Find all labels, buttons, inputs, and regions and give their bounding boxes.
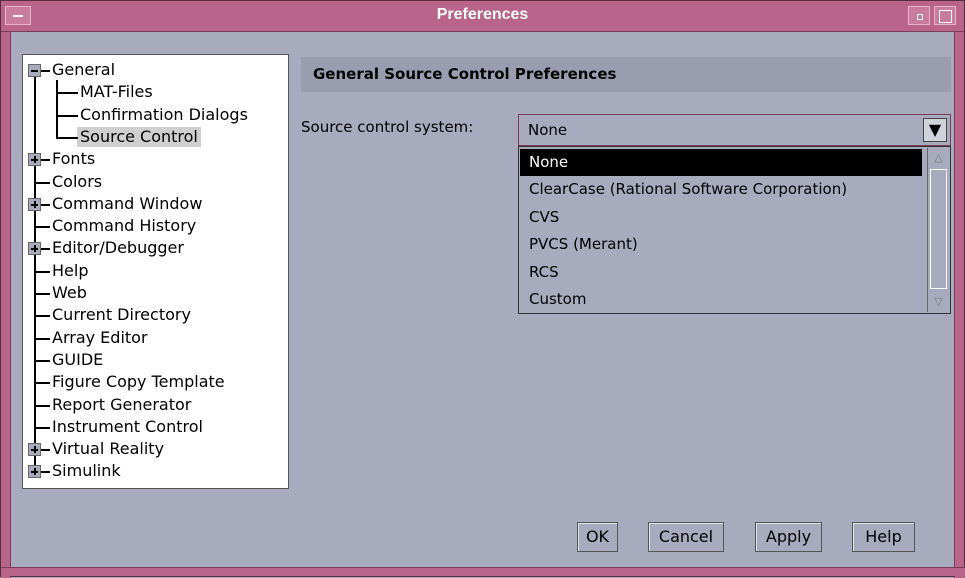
tree-line: [34, 226, 50, 229]
expand-icon[interactable]: [28, 242, 41, 256]
tree-item[interactable]: Virtual Reality: [49, 439, 167, 459]
tree-item[interactable]: Confirmation Dialogs: [77, 105, 251, 125]
tree-item-label: Instrument Control: [52, 416, 203, 436]
tree-item-label: Report Generator: [52, 394, 192, 414]
window-frame-bottom: [1, 567, 965, 576]
tree-item[interactable]: Figure Copy Template: [49, 372, 228, 392]
tree-line: [34, 426, 50, 429]
dropdown-option[interactable]: Custom: [520, 286, 922, 313]
tree-item-label: Simulink: [52, 461, 121, 481]
chevron-down-icon[interactable]: ▼: [923, 118, 947, 142]
tree-item-label: GUIDE: [52, 349, 104, 369]
dropdown-scrollbar[interactable]: △ ▽: [927, 148, 949, 312]
tree-item-label: Editor/Debugger: [52, 238, 184, 258]
tree-line: [34, 404, 50, 407]
tree-item-label: Command History: [52, 216, 197, 236]
tree-item-label: Source Control: [77, 126, 201, 147]
scroll-down-icon[interactable]: ▽: [930, 293, 947, 311]
ok-button[interactable]: OK: [577, 522, 618, 552]
tree-line: [34, 181, 50, 184]
dropdown-option[interactable]: CVS: [520, 204, 922, 231]
scroll-up-icon[interactable]: △: [930, 149, 947, 167]
tree-item-label: Fonts: [52, 149, 96, 169]
expand-icon[interactable]: [28, 197, 41, 211]
help-button[interactable]: Help: [852, 522, 915, 552]
expand-icon[interactable]: [28, 443, 41, 457]
dropdown-option[interactable]: ClearCase (Rational Software Corporation…: [520, 176, 922, 203]
tree-line: [56, 114, 78, 117]
tree-item[interactable]: Array Editor: [49, 328, 151, 348]
dropdown-option[interactable]: None: [520, 149, 922, 176]
source-control-select[interactable]: None ▼: [518, 114, 951, 146]
tree-item[interactable]: General: [49, 60, 118, 80]
title-bar[interactable]: Preferences: [1, 1, 964, 32]
preferences-window: Preferences General MAT-Files Confirmation…: [0, 0, 965, 578]
dropdown-option[interactable]: PVCS (Merant): [520, 231, 922, 258]
tree-item-label: Command Window: [52, 193, 203, 213]
tree-item[interactable]: GUIDE: [49, 350, 106, 370]
tree-item[interactable]: Report Generator: [49, 395, 194, 415]
tree-line: [56, 136, 78, 139]
tree-line: [56, 80, 58, 139]
source-control-dropdown[interactable]: △ ▽ None ClearCase (Rational Software Cor…: [518, 146, 951, 314]
preferences-tree[interactable]: General MAT-Files Confirmation Dialogs Sour…: [22, 54, 289, 489]
window-title: Preferences: [436, 6, 529, 23]
dropdown-option[interactable]: RCS: [520, 259, 922, 286]
tree-item-label: Confirmation Dialogs: [80, 104, 248, 124]
tree-item[interactable]: Editor/Debugger: [49, 238, 187, 258]
tree-item[interactable]: Colors: [49, 172, 105, 192]
tree-line: [34, 293, 50, 295]
maximize-button[interactable]: [934, 6, 956, 25]
tree-item[interactable]: Fonts: [49, 149, 98, 169]
tree-line: [34, 359, 50, 362]
tree-item-label: Web: [52, 283, 87, 302]
window-frame-right: [954, 1, 964, 578]
collapse-icon[interactable]: [28, 64, 41, 77]
tree-item[interactable]: Web: [49, 283, 90, 303]
tree-item-label: Help: [52, 260, 89, 280]
tree-item-label: MAT-Files: [80, 82, 153, 102]
tree-item-label: Colors: [52, 171, 103, 191]
tree-line: [34, 270, 50, 273]
tree-line: [56, 92, 78, 95]
tree-item-label: Array Editor: [52, 327, 148, 347]
scroll-track[interactable]: [930, 169, 947, 289]
tree-item[interactable]: Current Directory: [49, 305, 194, 325]
cancel-button[interactable]: Cancel: [648, 522, 724, 552]
apply-button[interactable]: Apply: [755, 522, 822, 552]
tree-line: [34, 382, 50, 385]
tree-item[interactable]: Instrument Control: [49, 417, 206, 437]
source-control-label: Source control system:: [301, 118, 474, 136]
tree-item[interactable]: Help: [49, 261, 91, 281]
source-control-select-value: None: [528, 121, 568, 139]
tree-item-label: Virtual Reality: [52, 439, 165, 459]
tree-line: [34, 337, 50, 340]
tree-item[interactable]: Source Control: [77, 126, 201, 147]
tree-item-label: General: [52, 60, 116, 79]
tree-line: [34, 315, 50, 318]
expand-icon[interactable]: [28, 153, 41, 167]
tree-item[interactable]: Simulink: [49, 461, 124, 481]
tree-line: [34, 72, 36, 474]
tree-item-label: Figure Copy Template: [52, 372, 225, 392]
minimize-button[interactable]: [908, 6, 930, 25]
expand-icon[interactable]: [28, 465, 41, 479]
tree-item[interactable]: Command Window: [49, 194, 205, 214]
panel-header: General Source Control Preferences: [301, 57, 951, 92]
tree-item-label: Current Directory: [52, 305, 191, 325]
window-frame-left: [1, 1, 11, 578]
tree-item[interactable]: MAT-Files: [77, 82, 156, 102]
tree-item[interactable]: Command History: [49, 216, 199, 236]
